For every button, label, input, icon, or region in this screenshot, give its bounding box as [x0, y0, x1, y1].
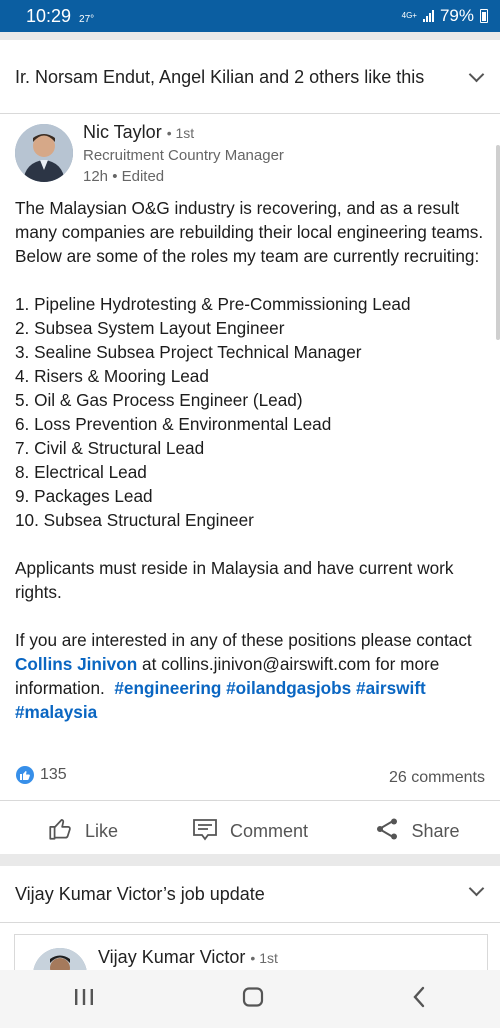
role-item: 5. Oil & Gas Process Engineer (Lead) [15, 390, 303, 410]
comment-button[interactable]: Comment [165, 808, 335, 854]
author-name-text[interactable]: Nic Taylor [83, 122, 162, 142]
temperature: 27° [79, 13, 95, 25]
contact-text: If you are interested in any of these po… [15, 630, 472, 650]
battery-icon [480, 9, 488, 23]
author-title: Recruitment Country Manager [83, 147, 284, 164]
hashtag-link[interactable]: #oilandgasjobs [226, 678, 351, 698]
hashtag-link[interactable]: #malaysia [15, 702, 97, 722]
hashtag-link[interactable]: #engineering [114, 678, 221, 698]
share-icon [375, 817, 399, 846]
role-item: 6. Loss Prevention & Environmental Lead [15, 414, 332, 434]
post-contact: If you are interested in any of these po… [15, 628, 490, 724]
comments-count[interactable]: 26 comments [389, 769, 485, 787]
role-list: 1. Pipeline Hydrotesting & Pre-Commissio… [15, 292, 490, 532]
post-body: The Malaysian O&G industry is recovering… [15, 196, 490, 724]
hashtag-link[interactable]: #airswift [356, 678, 426, 698]
share-button[interactable]: Share [335, 808, 500, 854]
share-label: Share [411, 820, 460, 841]
post-requirement: Applicants must reside in Malaysia and h… [15, 558, 454, 602]
author-avatar[interactable] [15, 124, 73, 182]
comment-label: Comment [229, 820, 309, 841]
divider [0, 113, 500, 114]
role-item: 8. Electrical Lead [15, 462, 147, 482]
thumbs-up-icon [47, 816, 73, 847]
recents-icon[interactable] [73, 988, 95, 1011]
clock: 10:29 [26, 5, 72, 26]
back-icon[interactable] [411, 986, 427, 1013]
comment-icon [192, 817, 218, 846]
post-social-header: Vijay Kumar Victor’s job update [15, 884, 265, 904]
role-item: 9. Packages Lead [15, 486, 153, 506]
post-social-header: Ir. Norsam Endut, Angel Kilian and 2 oth… [15, 67, 425, 87]
like-label: Like [84, 820, 119, 841]
battery-percent: 79% [439, 6, 474, 25]
signal-icon [422, 10, 434, 22]
post-actions: Like Comment Share [0, 808, 500, 854]
divider [0, 800, 500, 801]
role-item: 4. Risers & Mooring Lead [15, 366, 209, 386]
author-name[interactable]: Vijay Kumar Victor • 1st [98, 947, 278, 968]
system-nav-bar [0, 970, 500, 1028]
like-button[interactable]: Like [0, 808, 165, 854]
author-name-text[interactable]: Vijay Kumar Victor [98, 947, 245, 967]
scrollbar[interactable] [496, 145, 500, 340]
home-icon[interactable] [242, 986, 264, 1013]
author-name[interactable]: Nic Taylor • 1st [83, 122, 194, 143]
status-bar: 10:29 27° 4G+ 79% [0, 0, 500, 32]
role-item: 3. Sealine Subsea Project Technical Mana… [15, 342, 362, 362]
post-time: 12h • Edited [83, 168, 165, 185]
network-indicator: 4G+ [401, 11, 417, 20]
role-item: 1. Pipeline Hydrotesting & Pre-Commissio… [15, 294, 411, 314]
mention-link[interactable]: Collins Jinivon [15, 654, 137, 674]
divider [0, 922, 500, 923]
role-item: 10. Subsea Structural Engineer [15, 510, 254, 530]
role-item: 7. Civil & Structural Lead [15, 438, 205, 458]
role-item: 2. Subsea System Layout Engineer [15, 318, 285, 338]
reactions-summary[interactable]: 135 [16, 766, 67, 784]
connection-degree: 1st [259, 950, 278, 966]
reaction-count[interactable]: 135 [40, 766, 67, 784]
connection-degree: 1st [175, 125, 195, 141]
post-intro: The Malaysian O&G industry is recovering… [15, 198, 484, 266]
reaction-like-icon [16, 766, 34, 784]
